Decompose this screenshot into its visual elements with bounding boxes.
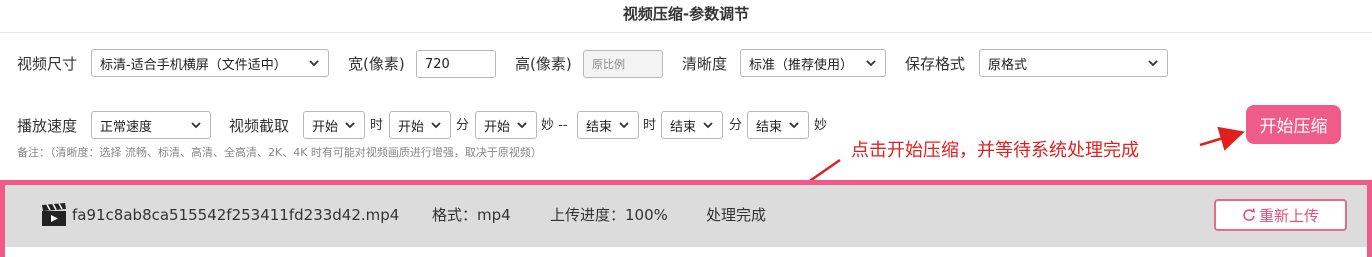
status-text: 处理完成: [706, 206, 767, 224]
file-format: 格式：mp4: [432, 206, 511, 224]
file-panel: fa91c8ab8ca515542f253411fd233d42.mp4 格式：…: [0, 180, 1372, 257]
reupload-label: 重新上传: [1258, 206, 1319, 225]
reupload-button[interactable]: 重新上传: [1214, 199, 1347, 231]
file-row: fa91c8ab8ca515542f253411fd233d42.mp4 格式：…: [5, 185, 1367, 247]
refresh-icon: [1243, 208, 1255, 221]
file-name: fa91c8ab8ca515542f253411fd233d42.mp4: [72, 206, 400, 224]
video-compress-page: 视频压缩-参数调节 视频尺寸 标清-适合手机横屏（文件适中） 宽(像素) 720…: [0, 0, 1372, 257]
clapperboard-icon: [42, 203, 66, 226]
arrow-to-start-button: [1199, 126, 1245, 151]
upload-progress: 上传进度：100%: [550, 206, 668, 224]
